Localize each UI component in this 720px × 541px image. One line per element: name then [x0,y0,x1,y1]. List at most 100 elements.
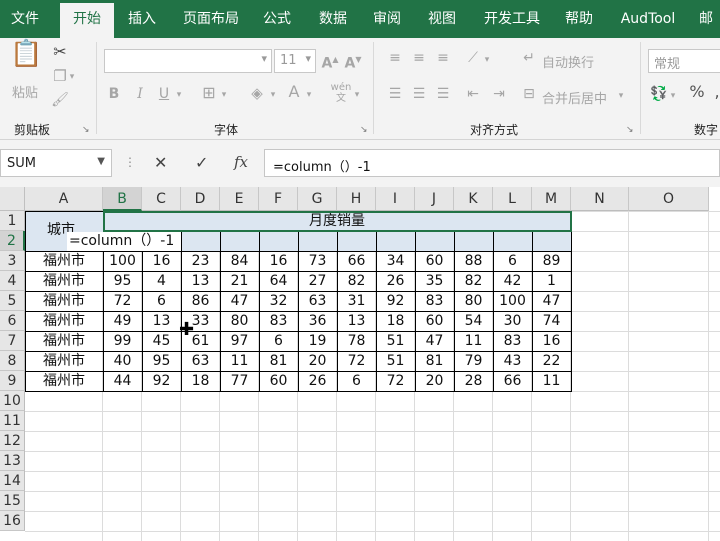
row-header-13[interactable]: 13 [0,451,25,471]
align-left-icon[interactable]: ☰ [386,86,404,102]
dialog-launcher-icon[interactable]: ↘ [626,125,634,135]
cell-value[interactable]: 13 [181,271,220,291]
tab-file[interactable]: 文件 [0,0,50,38]
cell-value[interactable]: 63 [298,291,337,311]
align-bottom-icon[interactable]: ≡ [434,50,452,66]
tab-help[interactable]: 帮助 [558,0,600,38]
cell-value[interactable]: 13 [142,311,181,331]
chevron-down-icon[interactable]: ▾ [268,87,278,103]
cell-city[interactable]: 福州市 [25,311,103,331]
column-header-k[interactable]: K [454,187,493,211]
cell-value[interactable]: 77 [220,371,259,391]
select-all-corner[interactable] [0,187,25,211]
cell-value[interactable]: 64 [259,271,298,291]
cell-value[interactable]: 11 [220,351,259,371]
merge-center-icon[interactable]: ⊟ [520,86,538,102]
cell-value[interactable]: 83 [493,331,532,351]
cell-value[interactable]: 36 [298,311,337,331]
cell-value[interactable]: 49 [103,311,142,331]
cell-city[interactable]: 福州市 [25,291,103,311]
cell-value[interactable]: 51 [376,351,415,371]
dialog-launcher-icon[interactable]: ↘ [82,125,90,135]
cell-value[interactable]: 82 [337,271,376,291]
row-header-4[interactable]: 4 [0,271,25,291]
align-middle-icon[interactable]: ≡ [410,50,428,66]
tab-formulas[interactable]: 公式 [256,0,298,38]
column-header-n[interactable]: N [571,187,629,211]
cell-value[interactable]: 99 [103,331,142,351]
format-painter-icon[interactable]: 🖌 [50,92,70,108]
cell-value[interactable]: 81 [415,351,454,371]
cell-value[interactable]: 66 [493,371,532,391]
cell-value[interactable]: 60 [259,371,298,391]
cell-value[interactable]: 20 [298,351,337,371]
chevron-down-icon[interactable]: ▾ [174,87,184,103]
cell-value[interactable]: 32 [259,291,298,311]
cell-value[interactable]: 30 [493,311,532,331]
row-header-14[interactable]: 14 [0,471,25,491]
cell-value[interactable]: 95 [103,271,142,291]
cell-value[interactable]: 84 [220,251,259,271]
column-header-i[interactable]: I [376,187,415,211]
cell-value[interactable]: 44 [103,371,142,391]
column-header-j[interactable]: J [415,187,454,211]
row-header-11[interactable]: 11 [0,411,25,431]
wrap-text-button[interactable]: 自动换行 [542,52,594,71]
borders-icon[interactable]: ⊞ [200,85,218,101]
cell-city[interactable]: 福州市 [25,271,103,291]
row-header-6[interactable]: 6 [0,311,25,331]
paste-button[interactable]: 粘贴 [12,82,38,101]
tab-home[interactable]: 开始 [60,3,114,38]
cell-value[interactable]: 60 [415,251,454,271]
cell-value[interactable]: 54 [454,311,493,331]
cell-value[interactable]: 16 [532,331,571,351]
row-header-2[interactable]: 2 [0,231,25,251]
column-header-o[interactable]: O [629,187,709,211]
cell-value[interactable]: 26 [298,371,337,391]
cell-city[interactable]: 福州市 [25,331,103,351]
cell-value[interactable]: 92 [376,291,415,311]
column-header-b[interactable]: B [103,187,142,211]
chevron-down-icon[interactable]: ▾ [352,87,362,103]
cell-value[interactable]: 78 [337,331,376,351]
dialog-launcher-icon[interactable]: ↘ [360,125,368,135]
cell-value[interactable]: 6 [142,291,181,311]
cell-value[interactable]: 63 [181,351,220,371]
wrap-text-icon[interactable]: ↵ [520,50,538,66]
cell-value[interactable]: 21 [220,271,259,291]
paste-icon[interactable]: 📋 [10,41,42,80]
tab-audtool[interactable]: AudTool [614,0,682,38]
row-header-16[interactable]: 16 [0,511,25,531]
chevron-down-icon[interactable]: ▾ [668,88,678,104]
cell-value[interactable]: 82 [454,271,493,291]
cell-value[interactable]: 97 [220,331,259,351]
cell-value[interactable]: 18 [181,371,220,391]
column-header-l[interactable]: L [493,187,532,211]
cell-header-monthly-sales[interactable]: 月度销量 [103,211,571,231]
row-header-9[interactable]: 9 [0,371,25,391]
cell-editor-b2[interactable]: =column（）-1 [67,232,181,251]
cell-value[interactable]: 95 [142,351,181,371]
increase-indent-icon[interactable]: ⇥ [490,86,508,102]
font-color-icon[interactable]: A [286,84,302,100]
cell-value[interactable]: 83 [415,291,454,311]
cell-value[interactable]: 4 [142,271,181,291]
formula-input[interactable]: =column（）-1 [264,149,720,177]
cell-value[interactable]: 92 [142,371,181,391]
tab-view[interactable]: 视图 [421,0,463,38]
cell-value[interactable]: 6 [493,251,532,271]
cancel-icon[interactable]: ✕ [154,153,167,172]
align-top-icon[interactable]: ≡ [386,50,404,66]
cell-value[interactable]: 1 [532,271,571,291]
row-header-3[interactable]: 3 [0,251,25,271]
cell-value[interactable]: 40 [103,351,142,371]
decrease-font-icon[interactable]: A▼ [343,52,363,72]
increase-font-icon[interactable]: A▲ [320,52,340,72]
enter-icon[interactable]: ✓ [195,153,208,172]
bold-icon[interactable]: B [106,86,122,102]
cell-value[interactable]: 47 [220,291,259,311]
cell-value[interactable]: 100 [493,291,532,311]
tab-mail[interactable]: 邮 [692,0,720,38]
cell-value[interactable]: 11 [454,331,493,351]
cell-value[interactable]: 11 [532,371,571,391]
